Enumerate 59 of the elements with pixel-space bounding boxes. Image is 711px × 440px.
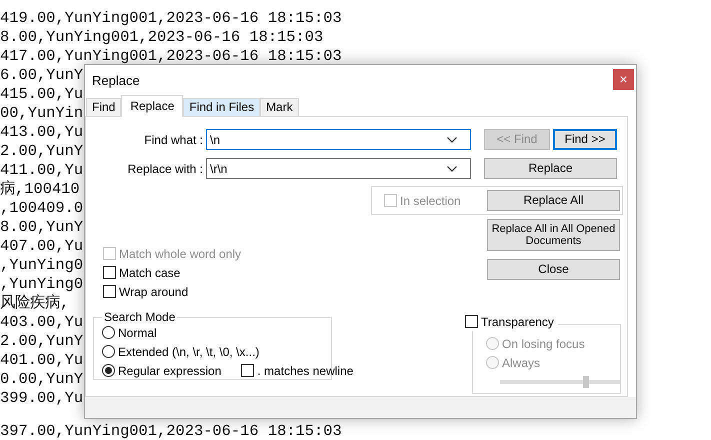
text-line: 2.00,YunY: [0, 332, 84, 350]
text-line: 399.00,Yu: [0, 389, 84, 407]
text-line: 8.00,YunY: [0, 218, 84, 236]
replace-field[interactable]: \r\n: [206, 158, 471, 179]
text-line: 0.00,YunY: [0, 370, 84, 388]
text-line: ,YunYing0: [0, 275, 84, 293]
checkbox[interactable]: [103, 285, 116, 298]
text-line: ,YunYing0: [0, 256, 84, 274]
close-dialog-button[interactable]: Close: [487, 259, 620, 280]
text-line: 6.00,YunY: [0, 66, 84, 84]
tab[interactable]: Find: [86, 98, 122, 116]
find-next-button[interactable]: Find >>: [553, 129, 617, 150]
find-field[interactable]: \n: [206, 129, 471, 150]
chevron-down-icon[interactable]: [447, 137, 457, 143]
tab[interactable]: Mark: [260, 98, 299, 116]
checkbox[interactable]: [103, 266, 116, 279]
checkbox[interactable]: [241, 364, 254, 377]
radio-label: Normal: [118, 324, 157, 342]
text-line: 8.00,YunYing001,2023-06-16 18:15:03: [0, 28, 324, 46]
text-line: ,100409.0: [0, 199, 84, 217]
radio-button[interactable]: [102, 364, 115, 377]
text-line: 415.00,Yu: [0, 85, 84, 103]
slider-thumb[interactable]: [583, 376, 590, 388]
tab[interactable]: Replace: [121, 95, 184, 117]
text-line: 00,YunYin: [0, 104, 84, 122]
text-line: 397.00,YunYing001,2023-06-16 18:15:03: [0, 422, 342, 440]
text-line: 419.00,YunYing001,2023-06-16 18:15:03: [0, 9, 342, 27]
text-line: 病,100410: [0, 180, 80, 198]
replace-button[interactable]: Replace: [484, 158, 617, 179]
radio-label: Always: [502, 354, 540, 372]
text-line: 2.00,YunY: [0, 142, 84, 160]
checkbox-label: Transparency: [481, 314, 554, 330]
close-button[interactable]: ×: [613, 68, 634, 90]
radio-button[interactable]: [102, 326, 115, 339]
radio-label: On losing focus: [502, 336, 585, 352]
checkbox-label: Wrap around: [119, 284, 188, 300]
radio-button[interactable]: [102, 345, 115, 358]
text-line: 417.00,YunYing001,2023-06-16 18:15:03: [0, 47, 342, 65]
checkbox-label: Match whole word only: [119, 246, 242, 262]
text-line: 413.00,Yu: [0, 123, 84, 141]
radio-label: Regular expression: [118, 362, 222, 380]
group-title: Search Mode: [103, 311, 176, 323]
replace-all-button[interactable]: Replace All: [487, 190, 620, 211]
text-line: 403.00,Yu: [0, 313, 84, 331]
text-line: 411.00,Yu: [0, 161, 84, 179]
chevron-down-icon[interactable]: [447, 166, 457, 172]
field-label: Replace with :: [126, 160, 204, 178]
checkbox[interactable]: [465, 315, 478, 328]
replace-all-opened-button[interactable]: Replace All in All Opened Documents: [487, 219, 620, 251]
text-line: 风险疾病,: [0, 294, 70, 312]
dialog-title: Replace: [92, 72, 140, 90]
tab[interactable]: Find in Files: [183, 98, 260, 116]
text-line: 401.00,Yu: [0, 351, 84, 369]
text-line: 407.00,Yu: [0, 237, 84, 255]
checkbox-label: . matches newline: [257, 362, 354, 380]
field-label: Find what :: [143, 132, 204, 148]
checkbox-label: Match case: [119, 264, 180, 282]
radio-label: Extended (\n, \r, \t, \0, \x...): [118, 344, 260, 360]
checkbox-label: In selection: [400, 192, 461, 210]
